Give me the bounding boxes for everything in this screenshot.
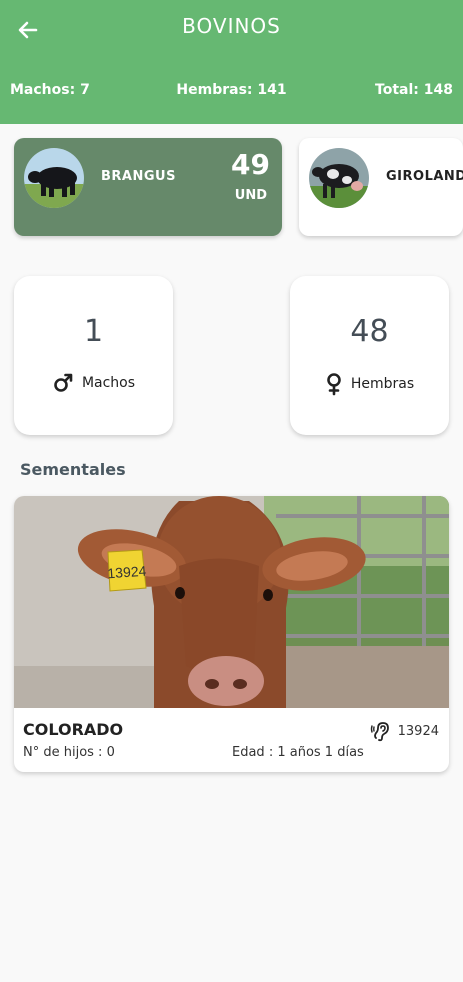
animal-name: COLORADO bbox=[23, 720, 124, 739]
breed-card-girolando[interactable]: GIROLANDO bbox=[299, 138, 463, 236]
breed-unit: UND bbox=[234, 188, 267, 203]
animal-card[interactable]: 13924 COLORADO 13924 N° de hijos : 0 Eda… bbox=[14, 496, 449, 772]
ear-tag-icon bbox=[370, 722, 389, 742]
males-card[interactable]: 1 Machos bbox=[14, 276, 173, 435]
males-count: 1 bbox=[83, 314, 104, 349]
females-card[interactable]: 48 Hembras bbox=[290, 276, 449, 435]
section-title: Sementales bbox=[20, 460, 126, 479]
breed-name: BRANGUS bbox=[101, 169, 176, 184]
breed-name: GIROLANDO bbox=[386, 169, 463, 184]
ear-tag-text: 13924 bbox=[107, 563, 147, 582]
females-label: Hembras bbox=[350, 376, 415, 392]
page-title: BOVINOS bbox=[182, 14, 281, 38]
animal-offspring: N° de hijos : 0 bbox=[23, 745, 115, 760]
breed-card-brangus[interactable]: BRANGUS 49 UND bbox=[14, 138, 282, 236]
breed-avatar bbox=[309, 148, 369, 208]
females-count: 48 bbox=[350, 314, 389, 349]
total-count: Total: 148 bbox=[375, 82, 453, 98]
female-icon bbox=[327, 373, 341, 396]
males-label: Machos bbox=[81, 375, 136, 391]
animal-tag: 13924 bbox=[370, 720, 439, 742]
animal-age: Edad : 1 años 1 días bbox=[232, 745, 364, 760]
animal-photo: 13924 bbox=[14, 496, 449, 708]
app-header: BOVINOS Machos: 7 Hembras: 141 Total: 14… bbox=[0, 0, 463, 124]
breed-count: 49 bbox=[231, 148, 270, 181]
male-icon bbox=[54, 373, 73, 392]
breed-avatar bbox=[24, 148, 84, 208]
animal-tag-number: 13924 bbox=[397, 723, 439, 739]
